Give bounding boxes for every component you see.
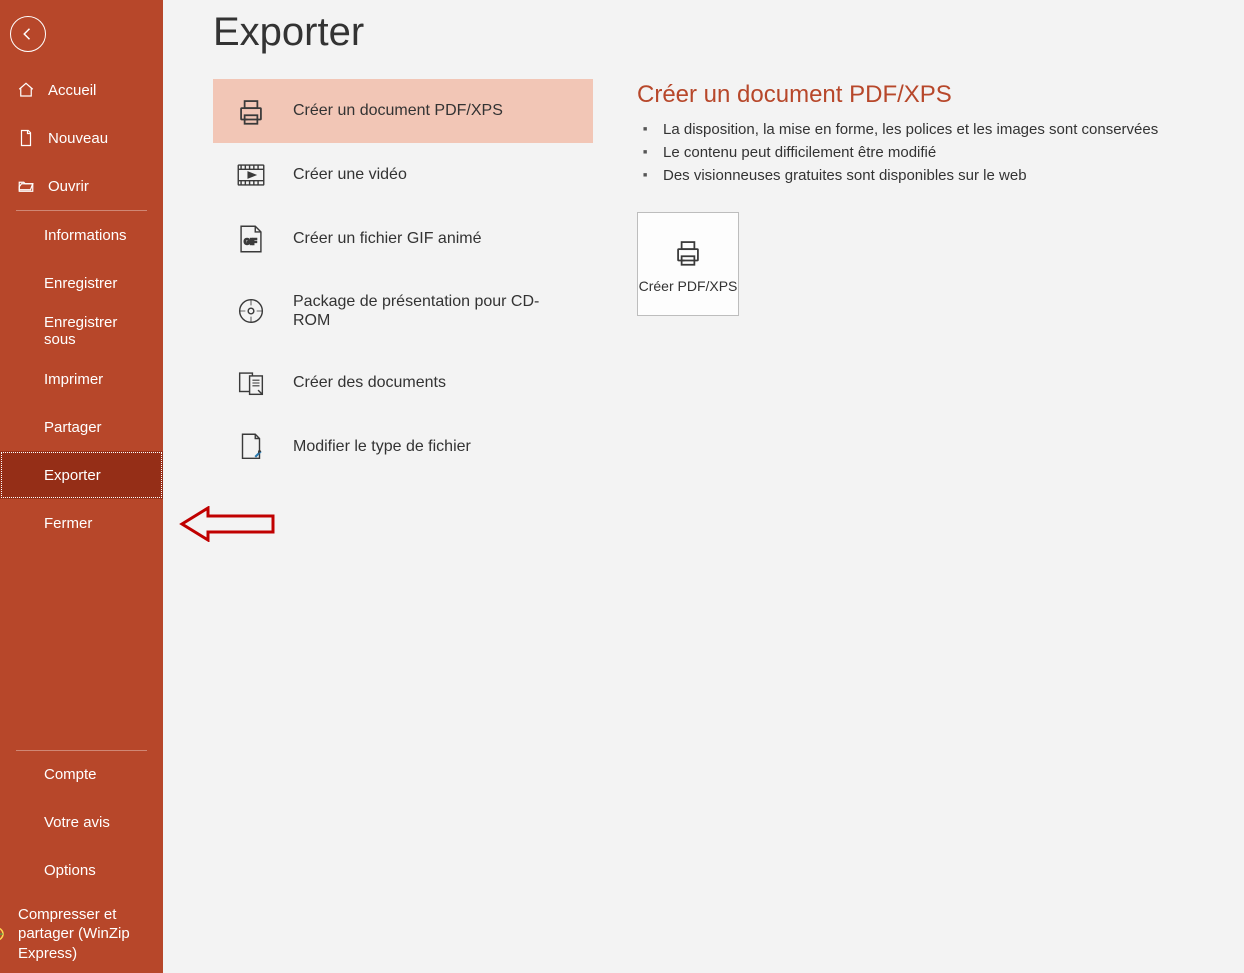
sidebar-item-enregistrer-sous[interactable]: Enregistrer sous: [0, 307, 163, 355]
detail-bullet: La disposition, la mise en forme, les po…: [655, 121, 1244, 138]
open-folder-icon: [16, 176, 36, 196]
sidebar-item-ouvrir[interactable]: Ouvrir: [0, 162, 163, 210]
sidebar-item-label: Ouvrir: [48, 178, 89, 195]
detail-title: Créer un document PDF/XPS: [637, 81, 1244, 109]
sidebar-item-winzip[interactable]: Compresser et partager (WinZip Express): [0, 895, 163, 973]
handouts-icon: [233, 365, 269, 401]
sidebar-item-label: Nouveau: [48, 130, 108, 147]
create-pdf-xps-button[interactable]: Créer PDF/XPS: [637, 212, 739, 316]
main-content: Exporter Créer un document PDF/XPS Créer…: [163, 0, 1244, 973]
video-icon: [233, 157, 269, 193]
sidebar-item-label: Options: [44, 862, 96, 879]
sidebar-item-compte[interactable]: Compte: [0, 751, 163, 799]
pdf-printer-icon: [670, 234, 706, 270]
sidebar-item-label: Informations: [44, 227, 127, 244]
change-filetype-icon: [233, 429, 269, 465]
content-row: Créer un document PDF/XPS Créer une vidé…: [213, 79, 1244, 479]
svg-text:GIF: GIF: [244, 238, 257, 247]
detail-bullet: Des visionneuses gratuites sont disponib…: [655, 167, 1244, 184]
sidebar-item-partager[interactable]: Partager: [0, 403, 163, 451]
export-option-pdf-xps[interactable]: Créer un document PDF/XPS: [213, 79, 593, 143]
sidebar-item-label: Fermer: [44, 515, 92, 532]
sidebar-item-label: Compte: [44, 766, 97, 783]
export-options-list: Créer un document PDF/XPS Créer une vidé…: [213, 79, 593, 479]
sidebar-item-label: Enregistrer sous: [44, 314, 147, 348]
sidebar-item-label: Enregistrer: [44, 275, 117, 292]
button-label: Créer PDF/XPS: [639, 278, 738, 295]
export-option-label: Package de présentation pour CD-ROM: [293, 292, 573, 330]
sidebar: Accueil Nouveau Ouvrir Informations Enre…: [0, 0, 163, 973]
new-file-icon: [16, 128, 36, 148]
export-option-label: Modifier le type de fichier: [293, 437, 471, 456]
back-button[interactable]: [10, 16, 46, 52]
gif-icon: GIF: [233, 221, 269, 257]
export-option-documents[interactable]: Créer des documents: [213, 351, 593, 415]
export-option-label: Créer des documents: [293, 373, 446, 392]
export-option-change-type[interactable]: Modifier le type de fichier: [213, 415, 593, 479]
sidebar-item-label: Compresser et partager (WinZip Express): [18, 905, 147, 964]
export-option-label: Créer un fichier GIF animé: [293, 229, 482, 248]
sidebar-item-label: Imprimer: [44, 371, 103, 388]
page-title: Exporter: [213, 10, 1244, 55]
export-option-cdrom[interactable]: Package de présentation pour CD-ROM: [213, 271, 593, 351]
pdf-printer-icon: [233, 93, 269, 129]
sidebar-item-fermer[interactable]: Fermer: [0, 499, 163, 547]
export-option-label: Créer un document PDF/XPS: [293, 101, 503, 120]
cd-icon: [233, 293, 269, 329]
sidebar-item-label: Exporter: [44, 467, 101, 484]
detail-bullet-list: La disposition, la mise en forme, les po…: [637, 121, 1244, 184]
sidebar-item-imprimer[interactable]: Imprimer: [0, 355, 163, 403]
export-option-video[interactable]: Créer une vidéo: [213, 143, 593, 207]
export-option-gif[interactable]: GIF Créer un fichier GIF animé: [213, 207, 593, 271]
sidebar-item-label: Partager: [44, 419, 102, 436]
detail-pane: Créer un document PDF/XPS La disposition…: [637, 79, 1244, 316]
sidebar-item-nouveau[interactable]: Nouveau: [0, 114, 163, 162]
sidebar-item-exporter[interactable]: Exporter: [0, 451, 163, 499]
sidebar-item-label: Votre avis: [44, 814, 110, 831]
export-option-label: Créer une vidéo: [293, 165, 407, 184]
detail-bullet: Le contenu peut difficilement être modif…: [655, 144, 1244, 161]
sidebar-item-label: Accueil: [48, 82, 96, 99]
sidebar-item-options[interactable]: Options: [0, 847, 163, 895]
sidebar-item-votre-avis[interactable]: Votre avis: [0, 799, 163, 847]
home-icon: [16, 80, 36, 100]
sidebar-item-informations[interactable]: Informations: [0, 211, 163, 259]
winzip-icon: [0, 924, 6, 944]
sidebar-item-accueil[interactable]: Accueil: [0, 66, 163, 114]
sidebar-item-enregistrer[interactable]: Enregistrer: [0, 259, 163, 307]
